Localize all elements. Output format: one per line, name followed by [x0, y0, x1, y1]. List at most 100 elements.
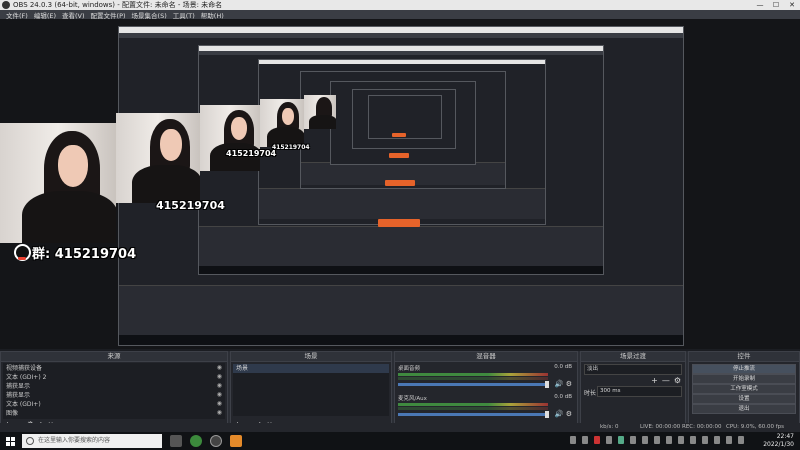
obs-logo-icon: [2, 1, 10, 9]
tray-icon[interactable]: [678, 436, 684, 444]
qq-icon: [14, 244, 31, 261]
scenes-dock: 场景 场景 + — ∧ ∨: [230, 351, 392, 431]
source-item[interactable]: 文本 (GDI+) 2 ◉: [3, 372, 225, 381]
start-recording-button[interactable]: 开始录制: [692, 374, 796, 384]
scenes-list: 场景: [233, 364, 389, 416]
source-item[interactable]: 视频捕获设备 ◉: [3, 363, 225, 372]
nested-stop-stream-button: [385, 180, 415, 186]
speaker-icon[interactable]: 🔊 ⚙: [555, 380, 572, 388]
task-view-icon[interactable]: [170, 435, 182, 447]
studio-mode-button[interactable]: 工作室模式: [692, 384, 796, 394]
remove-icon[interactable]: —: [662, 376, 670, 385]
search-icon: [26, 437, 34, 445]
live-time: LIVE: 00:00:00: [640, 424, 681, 430]
transitions-dock-title: 场景过渡: [581, 352, 685, 362]
windows-taskbar: 在这里输入你要搜索的内容 22:47 2022/1/30: [0, 432, 800, 450]
duration-input[interactable]: 300 ms: [597, 386, 682, 397]
tray-icon[interactable]: [630, 436, 636, 444]
nested-dock-area: [119, 285, 683, 336]
webcam-feed-5: [304, 95, 336, 129]
status-bar: LIVE: 00:00:00 REC: 00:00:00 CPU: 9.0%, …: [0, 423, 800, 432]
speaker-icon[interactable]: 🔊 ⚙: [555, 410, 572, 418]
source-item[interactable]: 图像 ◉: [3, 408, 225, 417]
tray-icon[interactable]: [642, 436, 648, 444]
slider-knob[interactable]: [545, 381, 549, 388]
scenes-dock-title: 场景: [231, 352, 391, 362]
scene-item[interactable]: 场景: [233, 364, 389, 373]
dock-area: 来源 视频捕获设备 ◉ 文本 (GDI+) 2 ◉ 捕获显示 ◉ 捕获显示 ◉ 文本 (…: [0, 351, 800, 431]
tray-icon[interactable]: [726, 436, 732, 444]
tray-icon[interactable]: [654, 436, 660, 444]
source-item[interactable]: 捕获显示 ◉: [3, 390, 225, 399]
sources-list: 视频捕获设备 ◉ 文本 (GDI+) 2 ◉ 捕获显示 ◉ 捕获显示 ◉ 文本 (GDI…: [3, 363, 225, 419]
stop-streaming-button[interactable]: 停止推流: [692, 364, 796, 374]
volume-meter: [398, 403, 548, 406]
channel-name: 麦克风/Aux: [398, 396, 427, 402]
webcam-feed-1: [0, 123, 116, 243]
transitions-toolbar: + — ⚙: [651, 376, 681, 385]
controls-dock-title: 控件: [689, 352, 799, 362]
tray-icon[interactable]: [618, 436, 624, 444]
tray-icon[interactable]: [666, 436, 672, 444]
webcam-feed-3: [200, 105, 260, 171]
volume-meter: [398, 377, 548, 380]
menu-tools[interactable]: 工具(T): [173, 10, 195, 20]
menu-help[interactable]: 帮助(H): [201, 10, 224, 20]
tray-icon[interactable]: [606, 436, 612, 444]
sources-dock: 来源 视频捕获设备 ◉ 文本 (GDI+) 2 ◉ 捕获显示 ◉ 捕获显示 ◉ 文本 (…: [0, 351, 228, 431]
menu-view[interactable]: 查看(V): [62, 10, 85, 20]
tray-icon[interactable]: [570, 436, 576, 444]
eye-icon[interactable]: ◉: [217, 382, 222, 389]
source-item[interactable]: 文本 (GDI+) ◉: [3, 399, 225, 408]
eye-icon[interactable]: ◉: [217, 400, 222, 407]
taskbar-clock[interactable]: 22:47 2022/1/30: [763, 433, 794, 449]
windows-start-icon[interactable]: [6, 437, 15, 446]
tray-icon[interactable]: [582, 436, 588, 444]
slider-knob[interactable]: [545, 411, 549, 418]
settings-button[interactable]: 设置: [692, 394, 796, 404]
menu-scene-collection[interactable]: 场景集合(S): [132, 10, 167, 20]
minimize-button[interactable]: —: [752, 0, 768, 10]
eye-icon[interactable]: ◉: [217, 373, 222, 380]
clock-time: 22:47: [776, 433, 794, 440]
cpu-usage: CPU: 9.0%, 60.00 fps: [726, 424, 785, 430]
duration-label: 时长: [584, 390, 597, 397]
transitions-dock: 场景过渡 淡出 + — ⚙ 时长 300 ms: [580, 351, 686, 431]
app-icon[interactable]: [230, 435, 242, 447]
taskbar-search-box[interactable]: 在这里输入你要搜索的内容: [22, 434, 162, 448]
mixer-channel-desktop: 桌面音频 0.0 dB 🔊 ⚙: [398, 364, 574, 394]
add-icon[interactable]: +: [651, 376, 658, 385]
volume-slider[interactable]: [398, 381, 549, 388]
nested-stop-stream-button: [378, 219, 420, 227]
tray-icon[interactable]: [738, 436, 744, 444]
menu-profile[interactable]: 配置文件(P): [91, 10, 126, 20]
maximize-button[interactable]: ☐: [768, 0, 784, 10]
eye-icon[interactable]: ◉: [217, 391, 222, 398]
menu-edit[interactable]: 编辑(E): [34, 10, 56, 20]
close-button[interactable]: ✕: [784, 0, 800, 10]
search-placeholder: 在这里输入你要搜索的内容: [38, 437, 111, 444]
tray-icon[interactable]: [702, 436, 708, 444]
sources-dock-title: 来源: [1, 352, 227, 362]
window-title: OBS 24.0.3 (64-bit, windows) - 配置文件: 未命名…: [13, 1, 223, 9]
exit-button[interactable]: 退出: [692, 404, 796, 414]
tray-icon[interactable]: [594, 436, 600, 444]
nested-taskbar: [119, 335, 683, 345]
tray-icon[interactable]: [714, 436, 720, 444]
gear-icon[interactable]: ⚙: [674, 376, 681, 385]
eye-icon[interactable]: ◉: [217, 364, 222, 371]
preview-canvas[interactable]: 415219704 415219704 415219704 群: 4152197…: [0, 19, 800, 349]
kbps: kb/s: 0: [600, 424, 619, 430]
menu-file[interactable]: 文件(F): [6, 10, 28, 20]
eye-icon[interactable]: ◉: [217, 409, 222, 416]
volume-slider[interactable]: [398, 411, 549, 418]
nested-menu-bar: [199, 51, 603, 55]
source-item[interactable]: 捕获显示 ◉: [3, 381, 225, 390]
obs-taskbar-icon[interactable]: [210, 435, 222, 447]
tray-icon[interactable]: [690, 436, 696, 444]
transition-select[interactable]: 淡出: [584, 364, 682, 375]
overlay-group-text: 群: 415219704: [32, 247, 137, 262]
mixer-channel-mic: 麦克风/Aux 0.0 dB 🔊 ⚙: [398, 394, 574, 424]
channel-db: 0.0 dB: [554, 364, 572, 370]
app-icon[interactable]: [190, 435, 202, 447]
